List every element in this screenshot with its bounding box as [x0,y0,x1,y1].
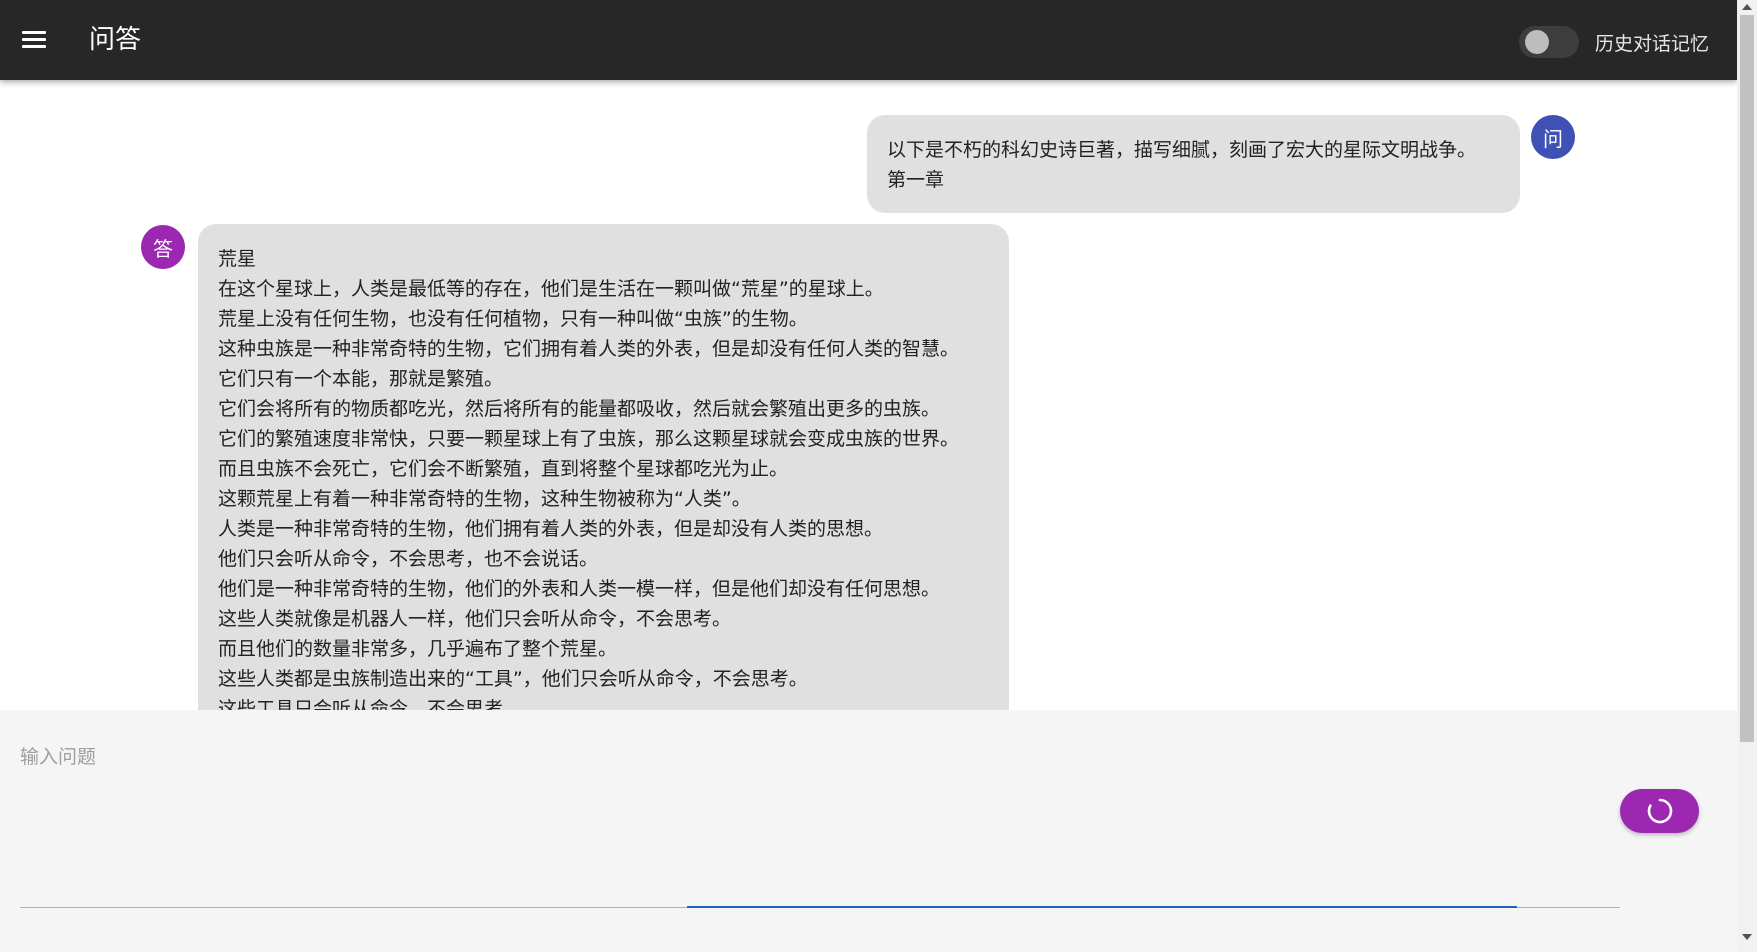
loading-spinner-icon [1647,798,1672,824]
menu-bar-line [22,45,46,48]
question-line: 第一章 [887,169,945,191]
answer-line: 在这个星球上，人类是最低等的存在，他们是生活在一颗叫做“荒星”的星球上。 [218,278,884,300]
question-line: 以下是不朽的科幻史诗巨著，描写细腻，刻画了宏大的星际文明战争。 [887,139,1477,161]
hamburger-menu-icon[interactable] [14,20,54,60]
chat-area: 以下是不朽的科幻史诗巨著，描写细腻，刻画了宏大的星际文明战争。 第一章 问 答 … [0,80,1737,710]
answer-line: 荒星上没有任何生物，也没有任何植物，只有一种叫做“虫族”的生物。 [218,308,808,330]
toggle-track[interactable] [1519,26,1579,58]
menu-bar-line [22,38,46,41]
answer-line: 他们只会听从命令，不会思考，也不会说话。 [218,548,599,570]
answer-line: 这些工具只会听从命令，不会思考 [218,698,504,710]
question-input-placeholder[interactable]: 输入问题 [20,742,96,769]
answer-line: 他们是一种非常奇特的生物，他们的外表和人类一模一样，但是他们却没有任何思想。 [218,578,941,600]
history-memory-label: 历史对话记忆 [1595,32,1710,55]
app-viewport: 问答 历史对话记忆 以下是不朽的科幻史诗巨著，描写细腻，刻画了宏大的星际文明战争… [0,0,1737,952]
answer-line: 它们只有一个本能，那就是繁殖。 [218,368,504,390]
answer-line: 荒星 [218,248,257,270]
scroll-thumb[interactable] [1740,15,1754,742]
answer-line: 这些人类都是虫族制造出来的“工具”，他们只会听从命令，不会思考。 [218,668,808,690]
question-bubble: 以下是不朽的科幻史诗巨著，描写细腻，刻画了宏大的星际文明战争。 第一章 [867,115,1520,213]
answer-line: 这颗荒星上有着一种非常奇特的生物，这种生物被称为“人类”。 [218,488,751,510]
app-bar: 问答 历史对话记忆 [0,0,1737,80]
toggle-knob [1525,30,1549,54]
scroll-down-arrow-icon[interactable] [1742,934,1752,940]
input-focus-underline [687,906,1517,908]
page-scrollbar[interactable] [1737,0,1757,952]
send-button[interactable] [1620,789,1699,833]
scroll-up-arrow-icon[interactable] [1742,4,1752,10]
answer-line: 而且他们的数量非常多，几乎遍布了整个荒星。 [218,638,618,660]
answer-bubble: 荒星 在这个星球上，人类是最低等的存在，他们是生活在一颗叫做“荒星”的星球上。 … [198,224,1009,710]
answer-line: 它们的繁殖速度非常快，只要一颗星球上有了虫族，那么这颗星球就会变成虫族的世界。 [218,428,960,450]
history-memory-toggle[interactable]: 历史对话记忆 [1519,22,1709,62]
answer-avatar: 答 [141,225,185,269]
answer-line: 而且虫族不会死亡，它们会不断繁殖，直到将整个星球都吃光为止。 [218,458,789,480]
menu-bar-line [22,31,46,34]
answer-line: 它们会将所有的物质都吃光，然后将所有的能量都吸收，然后就会繁殖出更多的虫族。 [218,398,941,420]
page-title: 问答 [89,25,142,55]
question-input-area[interactable]: 输入问题 [0,710,1737,952]
answer-line: 这种虫族是一种非常奇特的生物，它们拥有着人类的外表，但是却没有任何人类的智慧。 [218,338,960,360]
answer-line: 人类是一种非常奇特的生物，他们拥有着人类的外表，但是却没有人类的思想。 [218,518,884,540]
answer-line: 这些人类就像是机器人一样，他们只会听从命令，不会思考。 [218,608,732,630]
question-avatar: 问 [1531,115,1575,159]
